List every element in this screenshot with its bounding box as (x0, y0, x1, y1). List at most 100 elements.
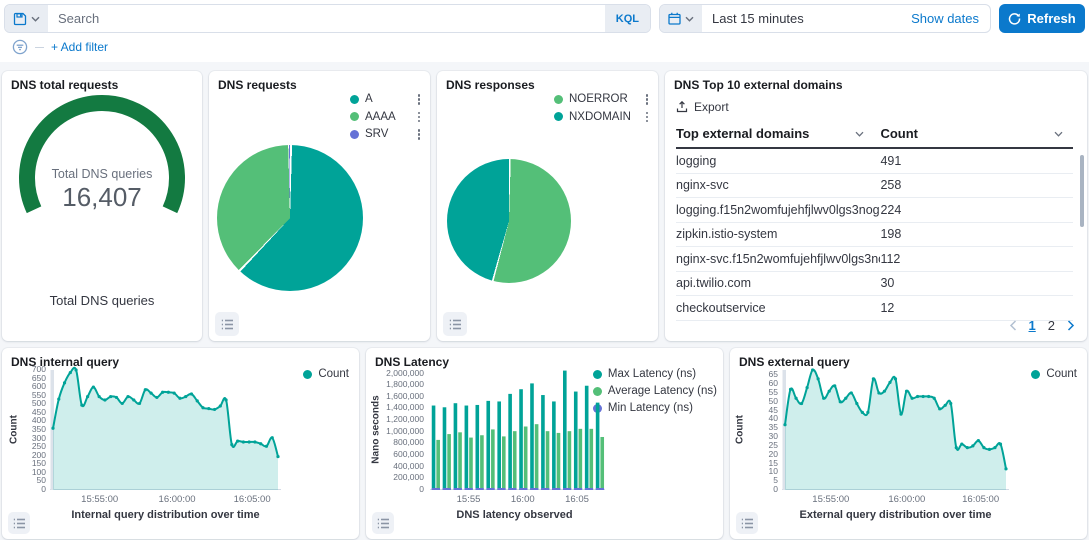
legend-dot-icon (350, 112, 359, 121)
export-button[interactable]: Export (676, 100, 729, 114)
x-tick-label: 16:05 (565, 494, 589, 505)
gauge-chart (9, 93, 195, 243)
legend-item[interactable]: A (350, 93, 422, 106)
y-axis-title: Count (735, 368, 746, 492)
legend-label: Max Latency (ns) (608, 368, 696, 380)
search-input[interactable] (48, 5, 605, 32)
next-page-button[interactable] (1067, 320, 1075, 331)
chevron-right-icon (1067, 320, 1075, 331)
table-pagination: 1 2 (1009, 318, 1075, 333)
chart-title: External query distribution over time (774, 509, 1017, 521)
legend-options-icon[interactable] (644, 93, 651, 106)
table-row[interactable]: nginx-svc258 (676, 174, 1073, 199)
legend-item[interactable]: Average Latency (ns) (593, 385, 717, 397)
bar-chart-svg (430, 370, 605, 490)
y-tick-label: 25 (769, 441, 778, 450)
cell-domain: nginx-svc.f15n2womfujehfjlwv0lgs3no... (676, 252, 880, 266)
legend-item[interactable]: Min Latency (ns) (593, 402, 717, 414)
area-chart-internal[interactable] (50, 370, 281, 490)
page-number-2[interactable]: 2 (1048, 318, 1055, 333)
legend-label: Count (318, 368, 349, 380)
panel-title: DNS total requests (11, 78, 118, 92)
legend-dot-icon (554, 112, 563, 121)
page-number-1[interactable]: 1 (1029, 318, 1036, 333)
gauge-bottom-label: Total DNS queries (2, 293, 202, 308)
legend-label: NOERROR (569, 93, 628, 105)
refresh-button-label: Refresh (1027, 11, 1075, 26)
legend-item[interactable]: AAAA (350, 111, 422, 124)
legend-options-icon[interactable] (644, 111, 651, 124)
table-row[interactable]: nginx-svc.f15n2womfujehfjlwv0lgs3no...11… (676, 247, 1073, 272)
y-axis-ticks: 0501001502002503003504004505005506006507… (16, 370, 46, 490)
legend-item[interactable]: NXDOMAIN (554, 111, 650, 124)
saved-query-menu-button[interactable] (5, 5, 48, 32)
y-tick-label: 700 (32, 365, 46, 374)
y-tick-label: 55 (769, 388, 778, 397)
legend-item[interactable]: Count (303, 368, 349, 380)
show-dates-link[interactable]: Show dates (900, 5, 990, 32)
y-axis-ticks: 0200,000400,000600,000800,0001,000,0001,… (380, 370, 424, 490)
bar-chart-latency[interactable] (430, 370, 605, 490)
legend-toggle-button[interactable] (736, 512, 758, 534)
filter-icon[interactable] (12, 39, 28, 55)
legend-dot-icon (1031, 370, 1040, 379)
legend-toggle-button[interactable] (8, 512, 30, 534)
table-row[interactable]: api.twilio.com30 (676, 272, 1073, 297)
pie-chart-dns-requests[interactable] (217, 145, 363, 291)
legend-label: NXDOMAIN (569, 111, 631, 123)
pie-legend: NOERROR NXDOMAIN (554, 93, 650, 123)
y-tick-label: 20 (769, 450, 778, 459)
column-header-label: Top external domains (676, 126, 809, 141)
time-range-value[interactable]: Last 15 minutes (702, 5, 900, 32)
panel-title: DNS external query (739, 355, 850, 369)
cell-count: 112 (880, 252, 1073, 266)
legend-options-icon[interactable] (416, 93, 423, 106)
legend-item[interactable]: NOERROR (554, 93, 650, 106)
cell-count: 258 (880, 178, 1073, 192)
y-tick-label: 200,000 (393, 473, 424, 482)
dashboard-grid: DNS total requests Total DNS queries 16,… (0, 62, 1089, 539)
chevron-down-icon (31, 16, 40, 22)
previous-page-button[interactable] (1009, 320, 1017, 331)
refresh-button[interactable]: Refresh (999, 4, 1085, 33)
calendar-icon (668, 12, 681, 25)
legend-label: Count (1046, 368, 1077, 380)
x-tick-label: 16:05:00 (234, 494, 271, 505)
table-row[interactable]: logging.f15n2womfujehfjlwv0lgs3nog....22… (676, 198, 1073, 223)
chart-legend: Count (303, 368, 349, 380)
y-tick-label: 65 (769, 370, 778, 379)
top-navigation: KQL Last 15 minutes Show dates Refresh +… (0, 0, 1089, 62)
column-header-label: Count (880, 126, 918, 141)
table-row[interactable]: logging491 (676, 149, 1073, 174)
legend-item[interactable]: Max Latency (ns) (593, 368, 717, 380)
y-tick-label: 1,600,000 (386, 392, 424, 401)
legend-options-icon[interactable] (416, 111, 423, 124)
cell-domain: zipkin.istio-system (676, 227, 880, 241)
kql-language-button[interactable]: KQL (605, 5, 650, 32)
area-chart-svg (50, 370, 281, 490)
panel-title: DNS Top 10 external domains (674, 78, 843, 92)
date-quick-select-button[interactable] (660, 5, 702, 32)
legend-toggle-button[interactable] (443, 312, 467, 336)
legend-item[interactable]: Count (1031, 368, 1077, 380)
pie-chart-dns-responses[interactable] (447, 159, 571, 283)
column-header-domains[interactable]: Top external domains (676, 126, 880, 141)
area-chart-external[interactable] (782, 370, 1009, 490)
column-header-count[interactable]: Count (880, 126, 1073, 141)
table-scrollbar[interactable] (1080, 155, 1084, 227)
y-tick-label: 2,000,000 (386, 369, 424, 378)
y-tick-label: 45 (769, 406, 778, 415)
panel-title: DNS Latency (375, 355, 449, 369)
table-row[interactable]: checkoutservice12 (676, 296, 1073, 321)
y-axis-ticks: 05101520253035404550556065 (748, 370, 778, 490)
legend-item[interactable]: SRV (350, 128, 422, 141)
legend-toggle-button[interactable] (372, 512, 394, 534)
legend-options-icon[interactable] (416, 128, 423, 141)
legend-dot-icon (350, 95, 359, 104)
cell-domain: nginx-svc (676, 178, 880, 192)
x-tick-label: 15:55 (457, 494, 481, 505)
add-filter-link[interactable]: + Add filter (51, 40, 108, 54)
legend-toggle-button[interactable] (215, 312, 239, 336)
table-row[interactable]: zipkin.istio-system198 (676, 223, 1073, 248)
chevron-down-icon (855, 131, 864, 137)
